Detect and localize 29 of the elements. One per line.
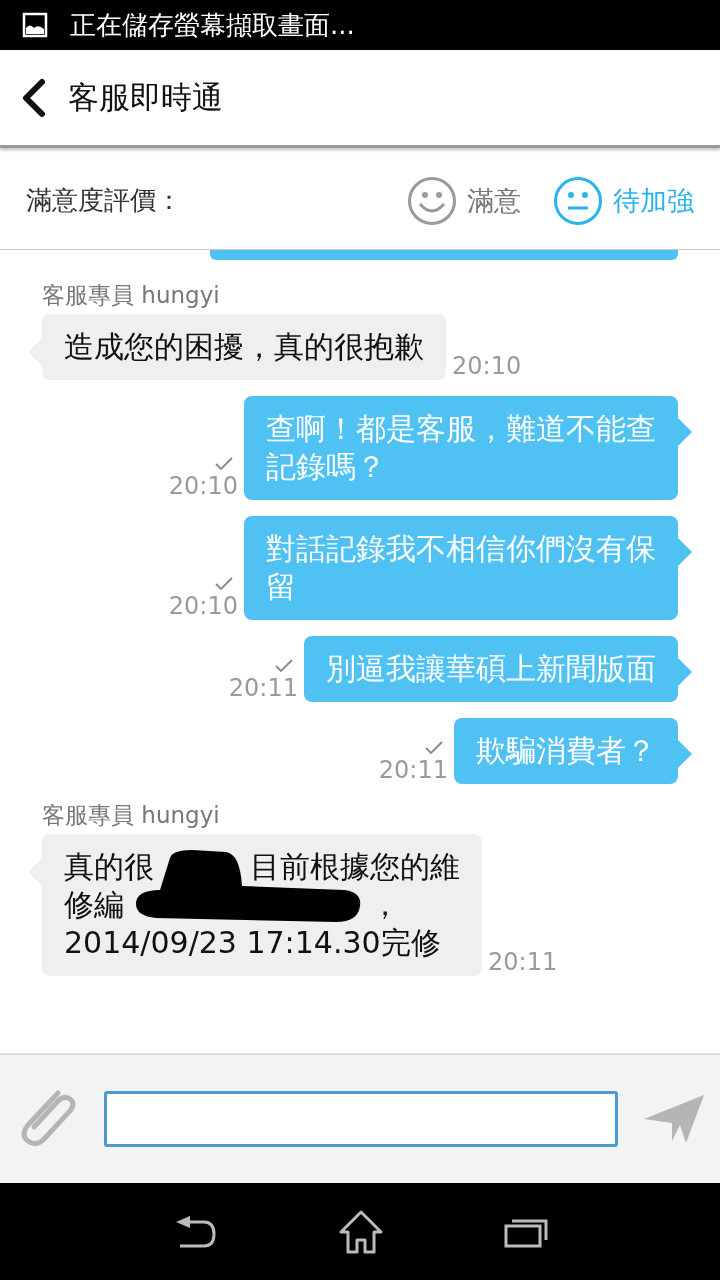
- message-text: 別逼我讓華碩上新聞版面: [326, 650, 656, 688]
- rating-option[interactable]: 待加強: [553, 175, 694, 226]
- message-time: 20:10: [452, 352, 522, 380]
- message-text: 造成您的困擾，真的很抱歉: [64, 328, 424, 366]
- message-text: 查啊！都是客服，難道不能查記錄嗎？: [266, 410, 656, 486]
- sender-name: 客服專員 hungyi: [42, 801, 221, 830]
- back-icon[interactable]: [20, 77, 48, 118]
- message-text: 真的很: [64, 848, 154, 886]
- message-time: 20:10: [168, 592, 238, 620]
- rating-label: 滿意度評價：: [26, 184, 183, 217]
- message-text: 目前根據您的維: [250, 848, 460, 886]
- message-text: 修編: [64, 886, 124, 924]
- message-time: 20:11: [228, 674, 298, 702]
- image-icon: [22, 12, 48, 38]
- notification-text: 正在儲存螢幕擷取畫面...: [70, 8, 355, 42]
- message-text: 欺騙消費者？: [476, 732, 656, 770]
- message-text: ，: [370, 886, 400, 924]
- page-title: 客服即時通: [68, 77, 223, 117]
- home-icon[interactable]: [337, 1209, 385, 1254]
- sender-name: 客服專員 hungyi: [42, 281, 221, 310]
- neutral-face-icon: [553, 175, 603, 226]
- message-time: 20:11: [378, 756, 448, 784]
- message-time: 20:11: [488, 948, 558, 976]
- message-time: 20:10: [168, 472, 238, 500]
- message-input[interactable]: [104, 1091, 618, 1147]
- smiley-icon: [407, 175, 457, 226]
- message-text: 2014/09/23 17:14.30完修: [64, 924, 441, 962]
- rating-option[interactable]: 滿意: [407, 175, 521, 226]
- message-text: 對話記錄我不相信你們沒有保留: [266, 530, 656, 606]
